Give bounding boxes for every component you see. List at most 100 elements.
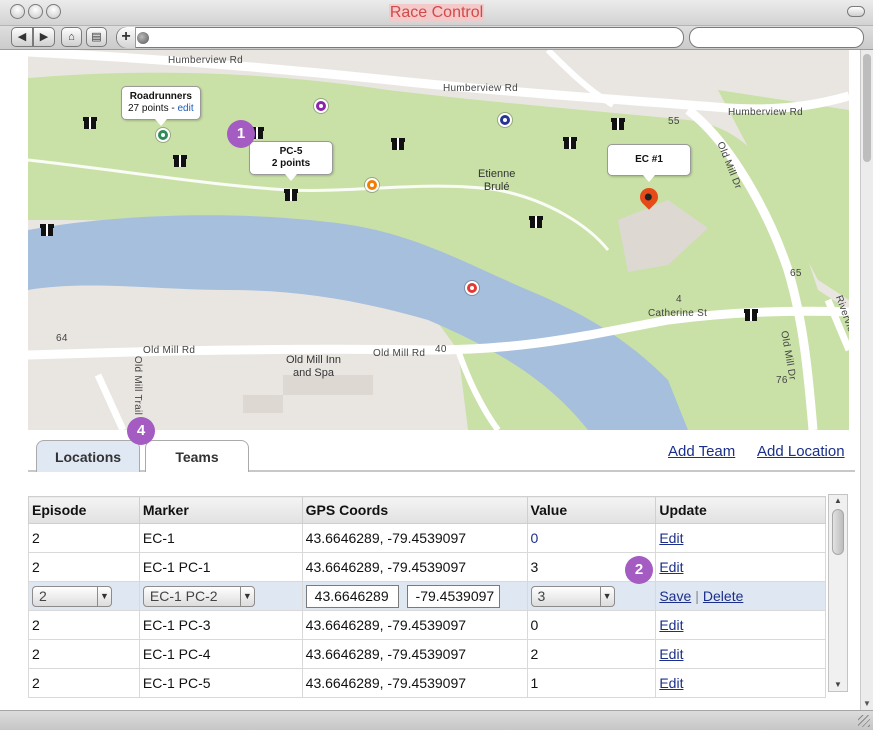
- cell-gps: 43.6646289, -79.4539097: [301, 552, 528, 582]
- address-bar[interactable]: +: [116, 27, 684, 48]
- column-header-value: Value: [526, 496, 657, 524]
- delete-link[interactable]: Delete: [703, 588, 743, 604]
- gift-icon[interactable]: [563, 135, 577, 149]
- gift-icon[interactable]: [173, 153, 187, 167]
- gift-icon[interactable]: [611, 116, 625, 130]
- locations-table: Episode Marker GPS Coords Value Update 2…: [28, 496, 826, 698]
- save-link[interactable]: Save: [659, 588, 691, 604]
- location-callout-ec1: EC #1: [607, 144, 691, 182]
- column-header-gps: GPS Coords: [301, 496, 528, 524]
- map-number: 76: [776, 375, 788, 386]
- cell-value: 0: [526, 610, 657, 640]
- cell-value: 0: [526, 523, 657, 553]
- scroll-up-icon[interactable]: ▲: [829, 495, 847, 507]
- map-number: 64: [56, 333, 68, 344]
- table-scrollbar[interactable]: ▲ ▼: [828, 494, 848, 692]
- resize-grip-icon[interactable]: [858, 715, 870, 727]
- road-label: Old Mill Rd: [373, 348, 426, 359]
- road-label: Old Mill Rd: [143, 345, 196, 356]
- table-row: 2 EC-1 PC-5 43.6646289, -79.4539097 1 Ed…: [28, 668, 826, 698]
- cell-marker: EC-1 PC-4: [138, 639, 303, 669]
- gift-icon[interactable]: [529, 214, 543, 228]
- cell-episode: 2: [28, 552, 140, 582]
- add-location-link[interactable]: Add Location: [757, 443, 845, 460]
- edit-link[interactable]: Edit: [659, 617, 683, 633]
- page-content: Humberview Rd Humberview Rd Humberview R…: [0, 50, 860, 710]
- team-marker-blue-icon[interactable]: [498, 113, 512, 127]
- annotation-badge-2: 2: [625, 556, 653, 584]
- search-input[interactable]: [689, 27, 864, 48]
- gift-icon[interactable]: [744, 307, 758, 321]
- gift-icon[interactable]: [284, 187, 298, 201]
- road-label: Humberview Rd: [168, 55, 244, 66]
- team-marker-green-icon[interactable]: [156, 128, 170, 142]
- road-label: Old Mill Trail: [132, 355, 144, 416]
- gift-icon[interactable]: [83, 115, 97, 129]
- window-title: Race Control: [388, 4, 485, 21]
- toolbar-toggle-button[interactable]: [847, 6, 865, 17]
- cell-marker: EC-1 PC-3: [138, 610, 303, 640]
- edit-link[interactable]: Edit: [659, 646, 683, 662]
- cell-value: 3 ▼: [526, 581, 657, 611]
- team-marker-orange-icon[interactable]: [365, 178, 379, 192]
- map-number: 65: [790, 268, 802, 279]
- location-callout-pc5: PC-5 2 points: [249, 141, 333, 181]
- cell-update: Edit: [655, 639, 826, 669]
- scroll-down-icon[interactable]: ▼: [863, 699, 871, 708]
- map-number: 40: [435, 344, 447, 355]
- cell-episode: 2: [28, 523, 140, 553]
- team-marker-purple-icon[interactable]: [314, 99, 328, 113]
- gift-icon[interactable]: [391, 136, 405, 150]
- road-label: Catherine St: [648, 308, 708, 319]
- edit-link[interactable]: Edit: [659, 675, 683, 691]
- scroll-down-icon[interactable]: ▼: [829, 679, 847, 691]
- tab-locations[interactable]: Locations: [36, 440, 140, 472]
- cell-marker: EC-1 PC-5: [138, 668, 303, 698]
- callout-edit-link[interactable]: edit: [177, 103, 193, 114]
- callout-points: 2 points: [271, 158, 311, 169]
- print-icon[interactable]: ▤: [86, 27, 107, 47]
- column-header-episode: Episode: [28, 496, 140, 524]
- place-label-etienne-brule: Etienne Brulé: [478, 168, 516, 193]
- table-row-editing: 2 ▼ EC-1 PC-2 ▼ 43.6646289 -79.4539097 3 ▼ …: [28, 581, 826, 611]
- cell-episode: 2: [28, 668, 140, 698]
- latitude-input[interactable]: 43.6646289: [305, 584, 399, 608]
- chevron-down-icon: ▼: [239, 586, 254, 606]
- forward-icon[interactable]: ▶: [33, 27, 55, 47]
- map-view[interactable]: Humberview Rd Humberview Rd Humberview R…: [28, 50, 849, 430]
- cell-update: Edit: [655, 523, 826, 553]
- gift-icon[interactable]: [40, 222, 54, 236]
- cell-gps: 43.6646289 -79.4539097: [301, 581, 528, 611]
- column-header-update: Update: [655, 496, 826, 524]
- team-marker-red-icon[interactable]: [465, 281, 479, 295]
- page-scroll-thumb[interactable]: [863, 54, 871, 162]
- table-row: 2 EC-1 PC-1 43.6646289, -79.4539097 3 Ed…: [28, 552, 826, 582]
- cell-episode: 2: [28, 639, 140, 669]
- back-icon[interactable]: ◀: [11, 27, 33, 47]
- road-label: Humberview Rd: [443, 83, 519, 94]
- place-label-old-mill-inn: Old Mill Inn and Spa: [286, 354, 342, 379]
- value-select[interactable]: 3 ▼: [530, 585, 615, 607]
- home-icon[interactable]: ⌂: [61, 27, 82, 47]
- episode-select[interactable]: 2 ▼: [32, 585, 112, 607]
- longitude-input[interactable]: -79.4539097: [406, 584, 500, 608]
- marker-select[interactable]: EC-1 PC-2 ▼: [142, 585, 255, 607]
- page-scrollbar[interactable]: ▼: [860, 50, 873, 710]
- add-team-link[interactable]: Add Team: [668, 443, 735, 460]
- edit-link[interactable]: Edit: [659, 530, 683, 546]
- table-scroll-thumb[interactable]: [832, 509, 844, 555]
- cell-update: Edit: [655, 610, 826, 640]
- cell-value: 2: [526, 639, 657, 669]
- cell-update: Save | Delete: [655, 581, 826, 611]
- annotation-badge-4: 4: [127, 417, 155, 445]
- cell-episode: 2: [28, 610, 140, 640]
- cell-update: Edit: [655, 552, 826, 582]
- cell-marker: EC-1: [138, 523, 303, 553]
- chevron-down-icon: ▼: [599, 586, 614, 606]
- cell-marker: EC-1 PC-1: [138, 552, 303, 582]
- cell-marker: EC-1 PC-2 ▼: [138, 581, 303, 611]
- add-bookmark-icon[interactable]: +: [117, 27, 136, 48]
- cell-gps: 43.6646289, -79.4539097: [301, 668, 528, 698]
- edit-link[interactable]: Edit: [659, 559, 683, 575]
- tab-teams[interactable]: Teams: [145, 440, 249, 472]
